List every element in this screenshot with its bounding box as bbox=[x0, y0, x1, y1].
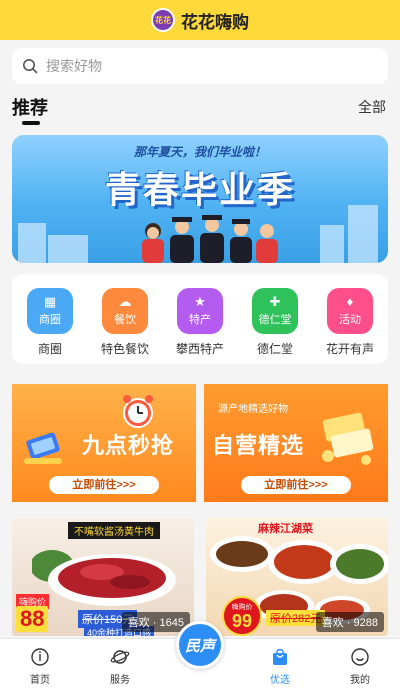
price-seal: 嗨购价 99 bbox=[222, 596, 262, 636]
promo-title: 自营精选 bbox=[212, 433, 305, 458]
quick-item-label: 特色餐饮 bbox=[100, 342, 149, 356]
quick-item-pharmacy[interactable]: ✚ 德仁堂 德仁堂 bbox=[237, 288, 313, 357]
quick-item-label: 商圈 bbox=[37, 342, 62, 356]
building-decoration bbox=[18, 223, 46, 263]
center-action-button[interactable]: 民声 bbox=[176, 621, 224, 669]
app-header: 花花 花花嗨购 bbox=[0, 0, 400, 40]
app-logo: 花花 bbox=[151, 8, 175, 32]
shop-icon: ▦ 商圈 bbox=[27, 288, 73, 334]
product-card-spicy[interactable]: 麻辣江湖菜 嗨购价 99 原价282元 喜欢 · 9288 bbox=[206, 518, 388, 636]
building-decoration bbox=[320, 225, 344, 263]
quick-item-shop[interactable]: ▦ 商圈 商圈 bbox=[12, 288, 88, 357]
cart-illustration bbox=[322, 412, 374, 465]
promo-flash-sale[interactable]: 九点秒抢 立即前往>>> bbox=[12, 384, 196, 502]
tab-service[interactable]: 服务 bbox=[90, 647, 150, 686]
promo-go-button[interactable]: 立即前往>>> bbox=[49, 476, 159, 494]
quick-item-activity[interactable]: ♦ 活动 花开有声 bbox=[312, 288, 388, 357]
building-decoration bbox=[348, 205, 378, 263]
banner-title: 青春毕业季 bbox=[104, 169, 295, 210]
quick-item-label: 花开有声 bbox=[325, 342, 374, 356]
tab-home[interactable]: 首页 bbox=[10, 647, 70, 686]
view-all-link[interactable]: 全部 bbox=[358, 97, 386, 117]
graduation-banner[interactable]: 那年夏天，我们毕业啦！ 青春毕业季 bbox=[12, 135, 388, 263]
quick-item-label: 攀西特产 bbox=[175, 342, 224, 356]
product-price: 88 bbox=[16, 606, 49, 632]
product-card-beef[interactable]: 不嘴软酱汤黄牛肉 嗨购价 88 原价150元 40余种打造口感 喜欢 · 164… bbox=[12, 518, 194, 636]
promo-self-operated[interactable]: 源产地精选好物 自营精选 立即前往>>> bbox=[204, 384, 388, 502]
section-underline bbox=[22, 121, 40, 125]
app-title: 花花嗨购 bbox=[181, 12, 249, 32]
star-bag-icon: ★ 特产 bbox=[177, 288, 223, 334]
search-input[interactable] bbox=[46, 58, 346, 74]
smile-icon bbox=[351, 648, 369, 666]
planet-icon bbox=[110, 650, 130, 664]
tab-featured[interactable]: 优选 bbox=[250, 647, 310, 686]
medicine-box-icon: ✚ 德仁堂 bbox=[252, 288, 298, 334]
alarm-clock-icon bbox=[123, 395, 153, 428]
banner-subtitle: 那年夏天，我们毕业啦！ bbox=[133, 145, 266, 159]
building-decoration bbox=[48, 235, 88, 263]
running-icon: ♦ 活动 bbox=[327, 288, 373, 334]
search-icon bbox=[23, 59, 38, 74]
quick-menu: ▦ 商圈 商圈 ☁ 餐饮 特色餐饮 ★ 特产 攀西特产 ✚ 德仁堂 德仁堂 ♦ … bbox=[12, 274, 388, 364]
product-price: 99 bbox=[231, 611, 253, 631]
phone-illustration bbox=[24, 432, 62, 464]
section-title: 推荐 bbox=[12, 98, 48, 118]
beef-dish-image bbox=[32, 550, 176, 606]
shopping-bag-icon bbox=[273, 648, 287, 665]
search-bar[interactable] bbox=[12, 48, 388, 84]
promo-subtitle: 源产地精选好物 bbox=[218, 404, 288, 415]
tab-profile[interactable]: 我的 bbox=[330, 647, 390, 686]
likes-count: 喜欢 · 1645 bbox=[121, 612, 190, 632]
quick-item-specialty[interactable]: ★ 特产 攀西特产 bbox=[162, 288, 238, 357]
quick-item-food[interactable]: ☁ 餐饮 特色餐饮 bbox=[87, 288, 163, 357]
home-icon bbox=[31, 648, 49, 666]
graduates-illustration bbox=[142, 215, 278, 263]
promo-title: 九点秒抢 bbox=[82, 433, 175, 458]
chef-hat-icon: ☁ 餐饮 bbox=[102, 288, 148, 334]
bottom-tab-bar: 首页 服务 民声 优选 我的 bbox=[0, 621, 400, 690]
likes-count: 喜欢 · 9288 bbox=[315, 612, 384, 632]
quick-item-label: 德仁堂 bbox=[256, 342, 293, 356]
promo-go-button[interactable]: 立即前往>>> bbox=[241, 476, 351, 494]
